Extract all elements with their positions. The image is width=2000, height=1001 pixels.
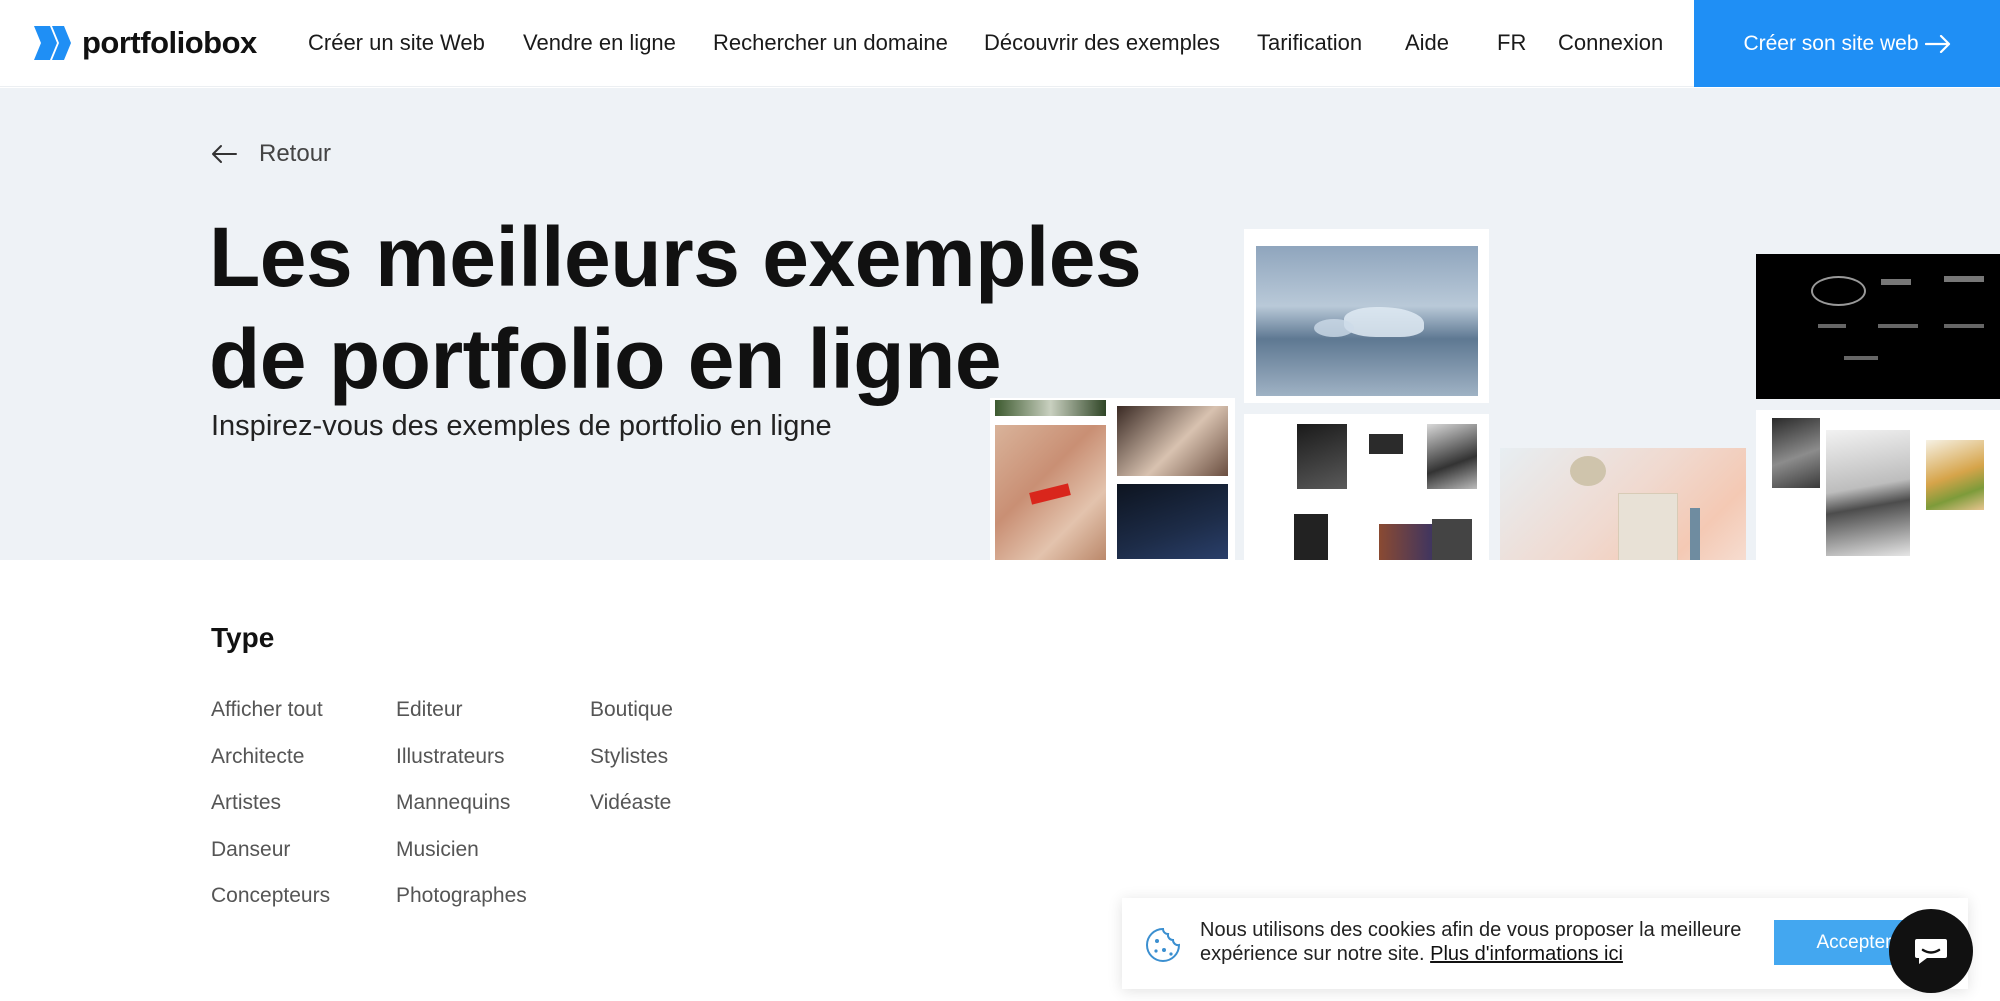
chat-button[interactable] [1889,909,1973,993]
back-label: Retour [259,140,332,167]
nav-sell-online[interactable]: Vendre en ligne [523,30,676,56]
portfolio-thumbnail[interactable] [1756,410,2000,560]
top-navigation: portfoliobox Créer un site Web Vendre en… [0,0,2000,87]
portfolio-thumbnail[interactable] [1244,229,1489,403]
filter-musician[interactable]: Musicien [396,836,527,883]
filter-photographers[interactable]: Photographes [396,882,527,929]
cookie-more-info-link[interactable]: Plus d'informations ici [1430,943,1623,965]
page-subtitle: Inspirez-vous des exemples de portfolio … [211,410,832,442]
arrow-left-icon [212,145,237,163]
create-site-button[interactable]: Créer son site web [1694,0,2000,87]
page-title: Les meilleurs exemples de portfolio en l… [209,210,1142,406]
filter-designers[interactable]: Concepteurs [211,882,330,929]
filter-editor[interactable]: Editeur [396,696,527,743]
filter-architect[interactable]: Architecte [211,743,330,790]
filter-shop[interactable]: Boutique [590,696,673,743]
back-link[interactable]: Retour [211,140,331,168]
hero-section: Retour Les meilleurs exemples de portfol… [0,88,2000,560]
portfoliobox-logo-icon [34,26,71,60]
create-site-label: Créer son site web [1743,31,1919,55]
filter-illustrators[interactable]: Illustrateurs [396,743,527,790]
filter-column: Afficher tout Architecte Artistes Danseu… [211,696,330,929]
nav-search-domain[interactable]: Rechercher un domaine [713,30,948,56]
nav-login[interactable]: Connexion [1558,30,1663,56]
logo[interactable]: portfoliobox [30,24,257,62]
nav-help[interactable]: Aide [1405,30,1449,56]
cookie-banner: Nous utilisons des cookies afin de vous … [1122,898,1968,989]
nav-pricing[interactable]: Tarification [1257,30,1362,56]
filter-show-all[interactable]: Afficher tout [211,696,330,743]
filter-models[interactable]: Mannequins [396,789,527,836]
portfolio-thumbnail[interactable] [1500,448,1746,560]
type-heading: Type [211,622,275,653]
filter-column: Editeur Illustrateurs Mannequins Musicie… [396,696,527,929]
brand-name: portfoliobox [82,25,257,60]
nav-create-website[interactable]: Créer un site Web [308,30,485,56]
filter-column: Boutique Stylistes Vidéaste [590,696,673,836]
filter-dancer[interactable]: Danseur [211,836,330,883]
portfolio-thumbnail[interactable] [1244,414,1489,560]
portfolio-thumbnail[interactable] [1756,254,2000,399]
nav-language[interactable]: FR [1497,30,1526,56]
arrow-right-icon [1924,34,1950,53]
cookie-icon [1146,927,1181,962]
chat-icon [1915,939,1947,964]
filter-videographer[interactable]: Vidéaste [590,789,673,836]
portfolio-thumbnail[interactable] [990,398,1235,560]
nav-discover-examples[interactable]: Découvrir des exemples [984,30,1220,56]
cookie-message: Nous utilisons des cookies afin de vous … [1200,918,1760,966]
filter-stylists[interactable]: Stylistes [590,743,673,790]
filter-artists[interactable]: Artistes [211,789,330,836]
